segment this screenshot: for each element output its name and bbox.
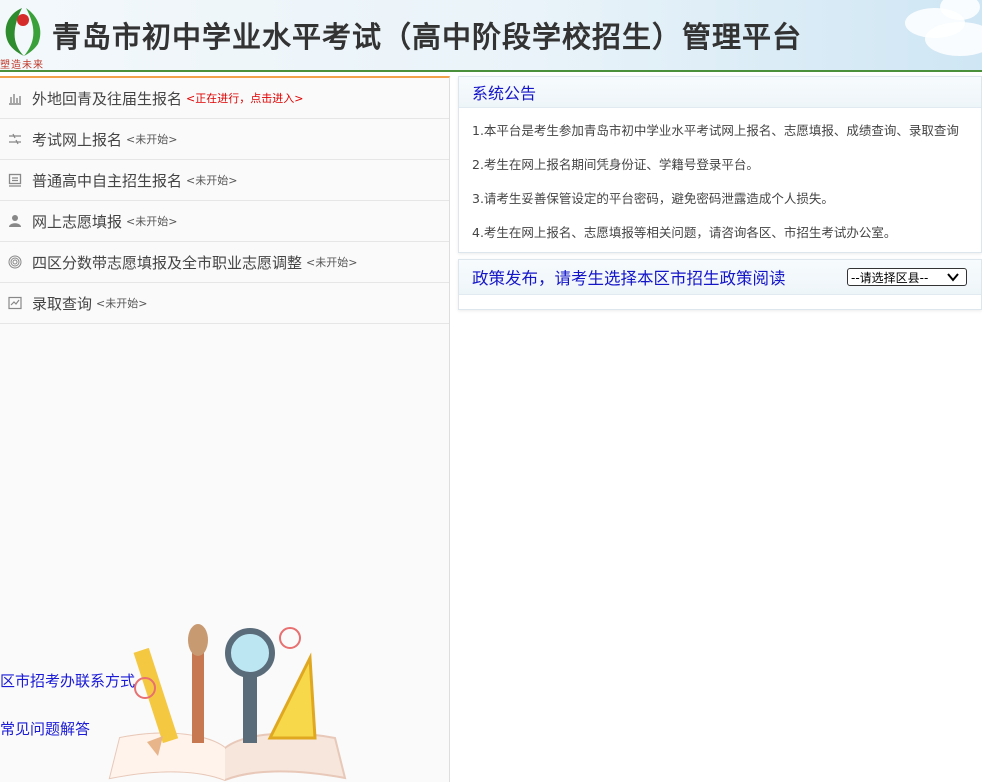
announcement-title: 系统公告	[472, 84, 537, 103]
contact-link[interactable]: 区市招考办联系方式	[0, 670, 135, 691]
announcement-item: 4.考生在网上报名、志愿填报等相关问题，请咨询各区、市招生考试办公室。	[472, 225, 897, 240]
sidebar-item-label: 考试网上报名	[32, 130, 123, 149]
announcement-item: 2.考生在网上报名期间凭身份证、学籍号登录平台。	[472, 157, 759, 172]
sidebar-item-label: 普通高中自主招生报名	[32, 171, 183, 190]
policy-body	[459, 295, 981, 309]
district-select-value: --请选择区县--	[851, 270, 929, 285]
sidebar-item-admission-query[interactable]: 录取查询 <未开始>	[0, 283, 449, 324]
sidebar-item-label: 网上志愿填报	[32, 212, 123, 231]
status-badge: <未开始>	[96, 297, 148, 310]
logo-text: 塑造未来	[0, 60, 44, 71]
header-divider	[0, 70, 982, 72]
status-badge: <未开始>	[126, 215, 178, 228]
sidebar-item-online-application[interactable]: 网上志愿填报 <未开始>	[0, 201, 449, 242]
announcement-item: 3.请考生妥善保管设定的平台密码，避免密码泄露造成个人损失。	[472, 191, 834, 206]
sidebar-item-score-band-application[interactable]: 四区分数带志愿填报及全市职业志愿调整 <未开始>	[0, 242, 449, 283]
status-badge: <未开始>	[186, 174, 238, 187]
sidebar: 外地回青及往届生报名 <正在进行，点击进入> 考试网上报名 <未开始> 普通高中…	[0, 76, 450, 782]
sidebar-item-label: 四区分数带志愿填报及全市职业志愿调整	[32, 253, 303, 272]
district-select[interactable]: --请选择区县--	[847, 268, 967, 286]
policy-header: 政策发布，请考生选择本区市招生政策阅读 --请选择区县--	[459, 260, 981, 295]
announcement-header: 系统公告	[459, 77, 981, 108]
header-banner: 塑造未来 青岛市初中学业水平考试（高中阶段学校招生）管理平台	[0, 0, 982, 71]
main-content: 系统公告 1.本平台是考生参加青岛市初中学业水平考试网上报名、志愿填报、成绩查询…	[458, 76, 982, 310]
sidebar-item-exam-registration[interactable]: 考试网上报名 <未开始>	[0, 119, 449, 160]
status-badge[interactable]: <正在进行，点击进入>	[186, 90, 303, 106]
line-chart-icon	[6, 294, 24, 312]
announcement-item: 1.本平台是考生参加青岛市初中学业水平考试网上报名、志愿填报、成绩查询、录取查询	[472, 123, 959, 138]
user-icon	[6, 212, 24, 230]
faq-link[interactable]: 常见问题解答	[0, 718, 90, 739]
site-title: 青岛市初中学业水平考试（高中阶段学校招生）管理平台	[52, 20, 803, 54]
cloud-decoration	[925, 22, 982, 56]
sliders-icon	[6, 130, 24, 148]
chevron-down-icon	[947, 273, 959, 282]
stationery-illustration	[108, 624, 347, 782]
status-badge: <未开始>	[126, 133, 178, 146]
list-window-icon	[6, 171, 24, 189]
announcement-list: 1.本平台是考生参加青岛市初中学业水平考试网上报名、志愿填报、成绩查询、录取查询…	[459, 108, 981, 252]
status-badge: <未开始>	[306, 256, 358, 269]
policy-title: 政策发布，请考生选择本区市招生政策阅读	[472, 269, 786, 288]
sidebar-item-label: 外地回青及往届生报名	[32, 89, 183, 108]
sidebar-item-independent-enrollment[interactable]: 普通高中自主招生报名 <未开始>	[0, 160, 449, 201]
announcement-panel: 系统公告 1.本平台是考生参加青岛市初中学业水平考试网上报名、志愿填报、成绩查询…	[458, 76, 982, 253]
bar-chart-icon	[6, 89, 24, 107]
fingerprint-icon	[6, 253, 24, 271]
sidebar-item-transfer-registration[interactable]: 外地回青及往届生报名 <正在进行，点击进入>	[0, 78, 449, 119]
sidebar-item-label: 录取查询	[32, 294, 93, 313]
policy-panel: 政策发布，请考生选择本区市招生政策阅读 --请选择区县--	[458, 259, 982, 310]
